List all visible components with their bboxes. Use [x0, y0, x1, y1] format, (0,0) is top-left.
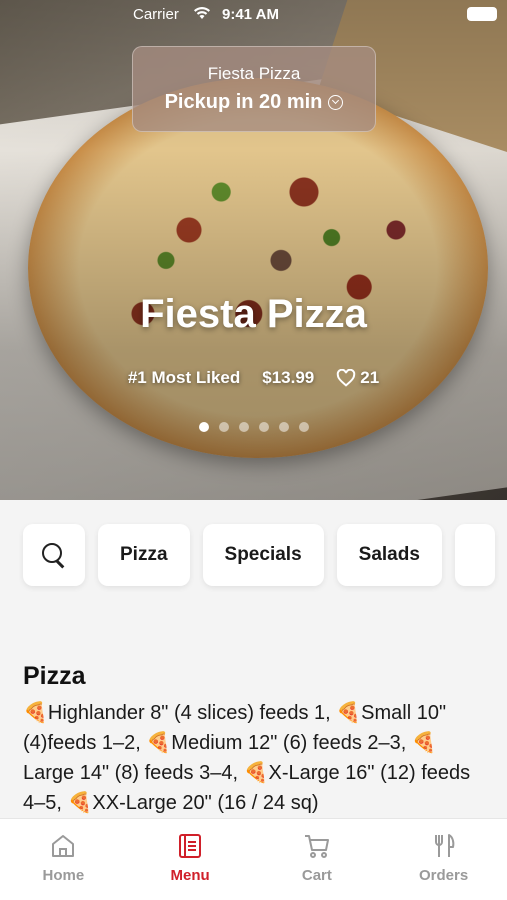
category-salads[interactable]: Salads [336, 524, 442, 586]
tab-orders-label: Orders [419, 867, 469, 884]
pickup-store-name: Fiesta Pizza [207, 64, 301, 83]
tab-home-label: Home [42, 867, 85, 884]
most-liked-badge: #1 Most Liked [127, 368, 241, 387]
section-title: Pizza [23, 662, 86, 690]
wifi-icon [194, 7, 210, 19]
featured-item-meta: #1 Most Liked $13.99 21 [0, 368, 507, 388]
likes-number: 21 [360, 368, 380, 387]
carousel-dot[interactable] [298, 422, 309, 432]
likes-count: 21 [336, 368, 379, 388]
cart-icon [304, 835, 329, 858]
carousel-dot[interactable] [278, 422, 289, 432]
featured-item-title: Fiesta Pizza [140, 292, 367, 336]
hero-image[interactable]: Carrier 9:41 AM Fiesta Pizza Pickup in 2… [0, 0, 507, 500]
category-bar: Pizza Specials Salads [23, 524, 495, 586]
section-description: 🍕Highlander 8" (4 slices) feeds 1, 🍕Smal… [23, 702, 471, 814]
category-specials[interactable]: Specials [202, 524, 324, 586]
search-button[interactable] [23, 524, 85, 586]
tab-home[interactable]: Home [0, 819, 127, 900]
category-pizza[interactable]: Pizza [98, 524, 190, 586]
carousel-dot[interactable] [238, 422, 249, 432]
chevron-down-circle-icon [328, 95, 344, 110]
featured-price: $13.99 [262, 368, 315, 387]
carousel-dot[interactable] [218, 422, 229, 432]
tab-bar: Home Menu Cart Orders [0, 818, 507, 900]
tab-cart[interactable]: Cart [254, 819, 381, 900]
menu-icon [179, 834, 202, 858]
pickup-selector[interactable]: Fiesta Pizza Pickup in 20 min [132, 46, 376, 132]
carousel-dot[interactable] [198, 422, 209, 432]
tab-cart-label: Cart [301, 867, 332, 884]
carousel-page-indicator[interactable] [0, 422, 507, 432]
carrier-label: Carrier [133, 6, 179, 23]
status-bar: Carrier 9:41 AM [0, 0, 507, 30]
tab-menu-label: Menu [170, 867, 210, 884]
search-icon [41, 542, 67, 568]
carousel-dot[interactable] [258, 422, 269, 432]
clock: 9:41 AM [222, 6, 279, 23]
battery-icon [467, 7, 497, 21]
fork-knife-icon [434, 834, 454, 857]
tab-orders[interactable]: Orders [380, 819, 507, 900]
pickup-time-label: Pickup in 20 min [164, 91, 323, 113]
home-icon [52, 835, 75, 857]
category-more[interactable] [454, 524, 495, 586]
tab-menu[interactable]: Menu [127, 819, 254, 900]
heart-icon [337, 369, 356, 387]
